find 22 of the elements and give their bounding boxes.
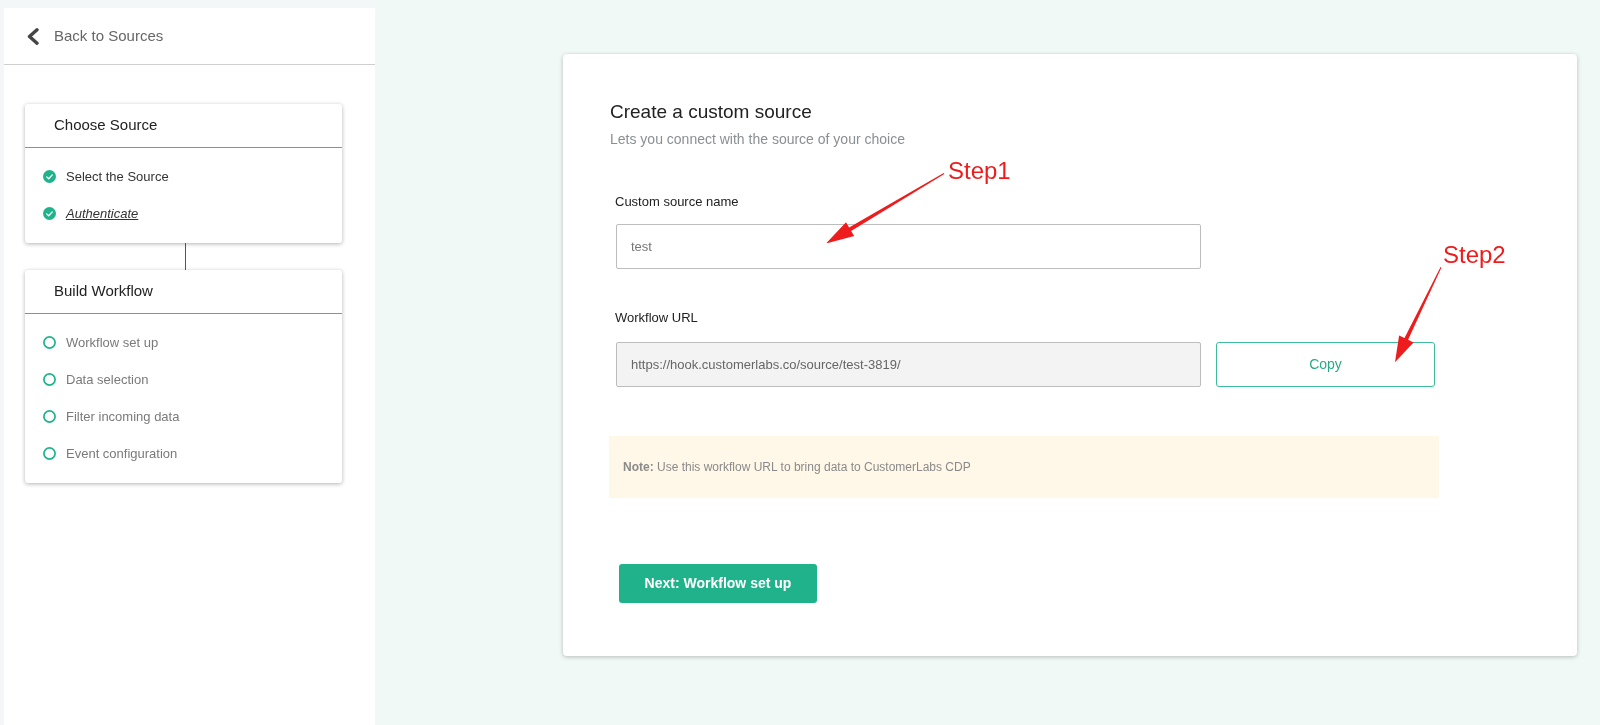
next-button[interactable]: Next: Workflow set up (619, 564, 817, 603)
form-subtitle: Lets you connect with the source of your choice (610, 130, 905, 149)
annotation-label: Step1 (948, 157, 1011, 185)
step-label[interactable]: Workflow set up (66, 334, 159, 351)
step-label[interactable]: Select the Source (66, 168, 169, 185)
step-label[interactable]: Data selection (66, 371, 149, 388)
step-label[interactable]: Event configuration (66, 445, 178, 462)
connector-line (185, 243, 186, 270)
back-link[interactable]: Back to Sources (27, 24, 164, 48)
field-label: Custom source name (615, 193, 739, 211)
input-field[interactable]: test (616, 224, 1201, 269)
step-group-title: Build Workflow (54, 281, 153, 302)
step-label[interactable]: Filter incoming data (66, 408, 180, 425)
chevron-left-icon (27, 27, 39, 45)
form-title: Create a custom source (610, 100, 812, 124)
copy-button[interactable]: Copy (1216, 342, 1435, 387)
step-label[interactable]: Authenticate (66, 205, 139, 222)
field-label: Workflow URL (615, 309, 698, 327)
step-group-title: Choose Source (54, 115, 158, 136)
note-message: Note: Use this workflow URL to bring data to CustomerLabs CDP (609, 436, 1439, 498)
annotation-label: Step2 (1443, 241, 1506, 269)
url-field[interactable]: https://hook.customerlabs.co/source/test-3819/ (616, 342, 1201, 387)
